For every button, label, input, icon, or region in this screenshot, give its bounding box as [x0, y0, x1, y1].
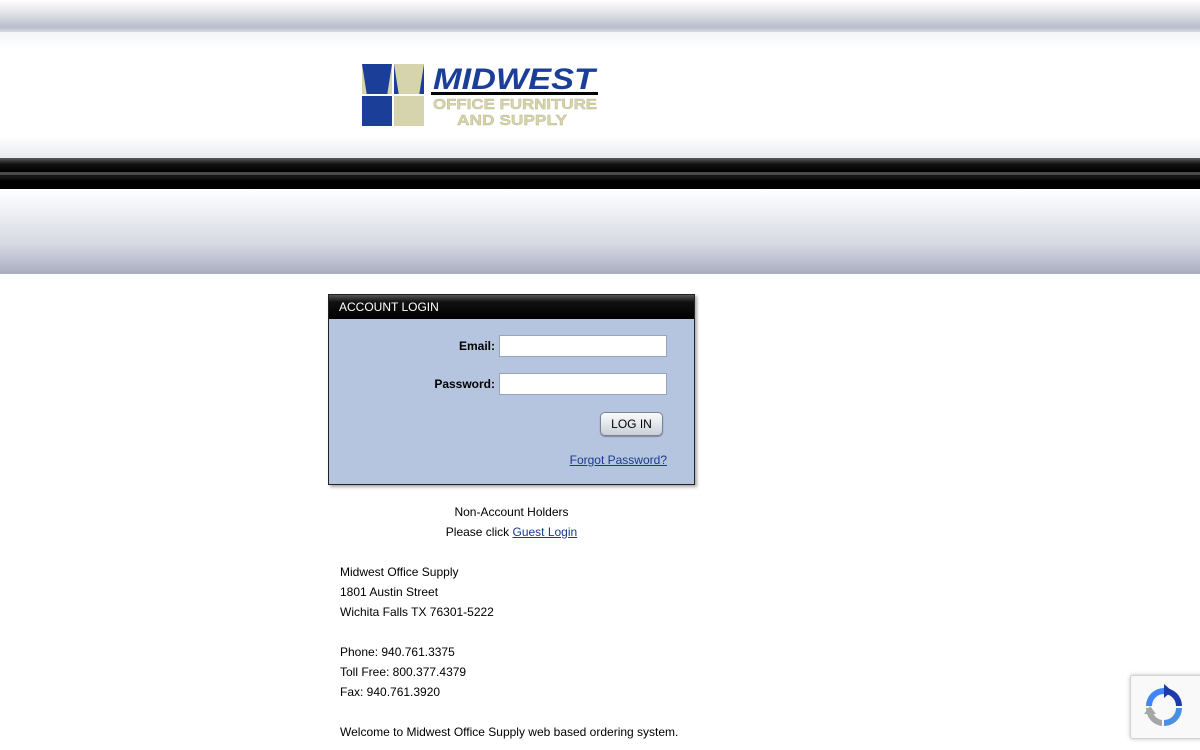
guest-login-prefix: Please click	[445, 525, 510, 539]
email-field[interactable]	[499, 335, 667, 357]
top-gradient-band	[0, 0, 1200, 32]
welcome-text: Welcome to Midwest Office Supply web bas…	[340, 725, 679, 739]
logo-name: MIDWEST	[433, 63, 598, 96]
company-logo[interactable]: MIDWEST OFFICE FURNITURE AND SUPPLY	[361, 63, 601, 127]
password-label: Password:	[434, 377, 495, 391]
company-info: Midwest Office Supply 1801 Austin Street…	[340, 562, 678, 742]
guest-login-section: Non-Account Holders Please click Guest L…	[328, 502, 695, 542]
banner-gradient-band	[0, 189, 1200, 274]
recaptcha-icon	[1144, 684, 1182, 726]
logo-line3: AND SUPPLY	[457, 112, 567, 127]
guest-login-link[interactable]: Guest Login	[512, 525, 577, 539]
recaptcha-badge[interactable]	[1130, 675, 1200, 739]
nav-bar-stripe	[0, 172, 1200, 175]
logo-line2: OFFICE FURNITURE	[433, 96, 597, 113]
company-street: 1801 Austin Street	[340, 585, 439, 599]
black-nav-bar	[0, 158, 1200, 189]
company-city: Wichita Falls TX 76301-5222	[340, 605, 494, 619]
non-account-holders-text: Non-Account Holders	[454, 505, 569, 519]
password-field[interactable]	[499, 373, 667, 395]
company-toll-free: Toll Free: 800.377.4379	[340, 665, 467, 679]
email-label: Email:	[458, 339, 495, 353]
company-phone: Phone: 940.761.3375	[340, 645, 455, 659]
company-fax: Fax: 940.761.3920	[340, 685, 441, 699]
account-login-panel: ACCOUNT LOGIN Email: Password: LOG IN Fo…	[328, 294, 695, 485]
forgot-password-link[interactable]: Forgot Password?	[570, 453, 667, 467]
login-heading: ACCOUNT LOGIN	[329, 295, 694, 319]
login-button[interactable]: LOG IN	[600, 412, 663, 436]
guest-login-line: Please click Guest Login	[328, 522, 695, 542]
company-name: Midwest Office Supply	[340, 565, 459, 579]
